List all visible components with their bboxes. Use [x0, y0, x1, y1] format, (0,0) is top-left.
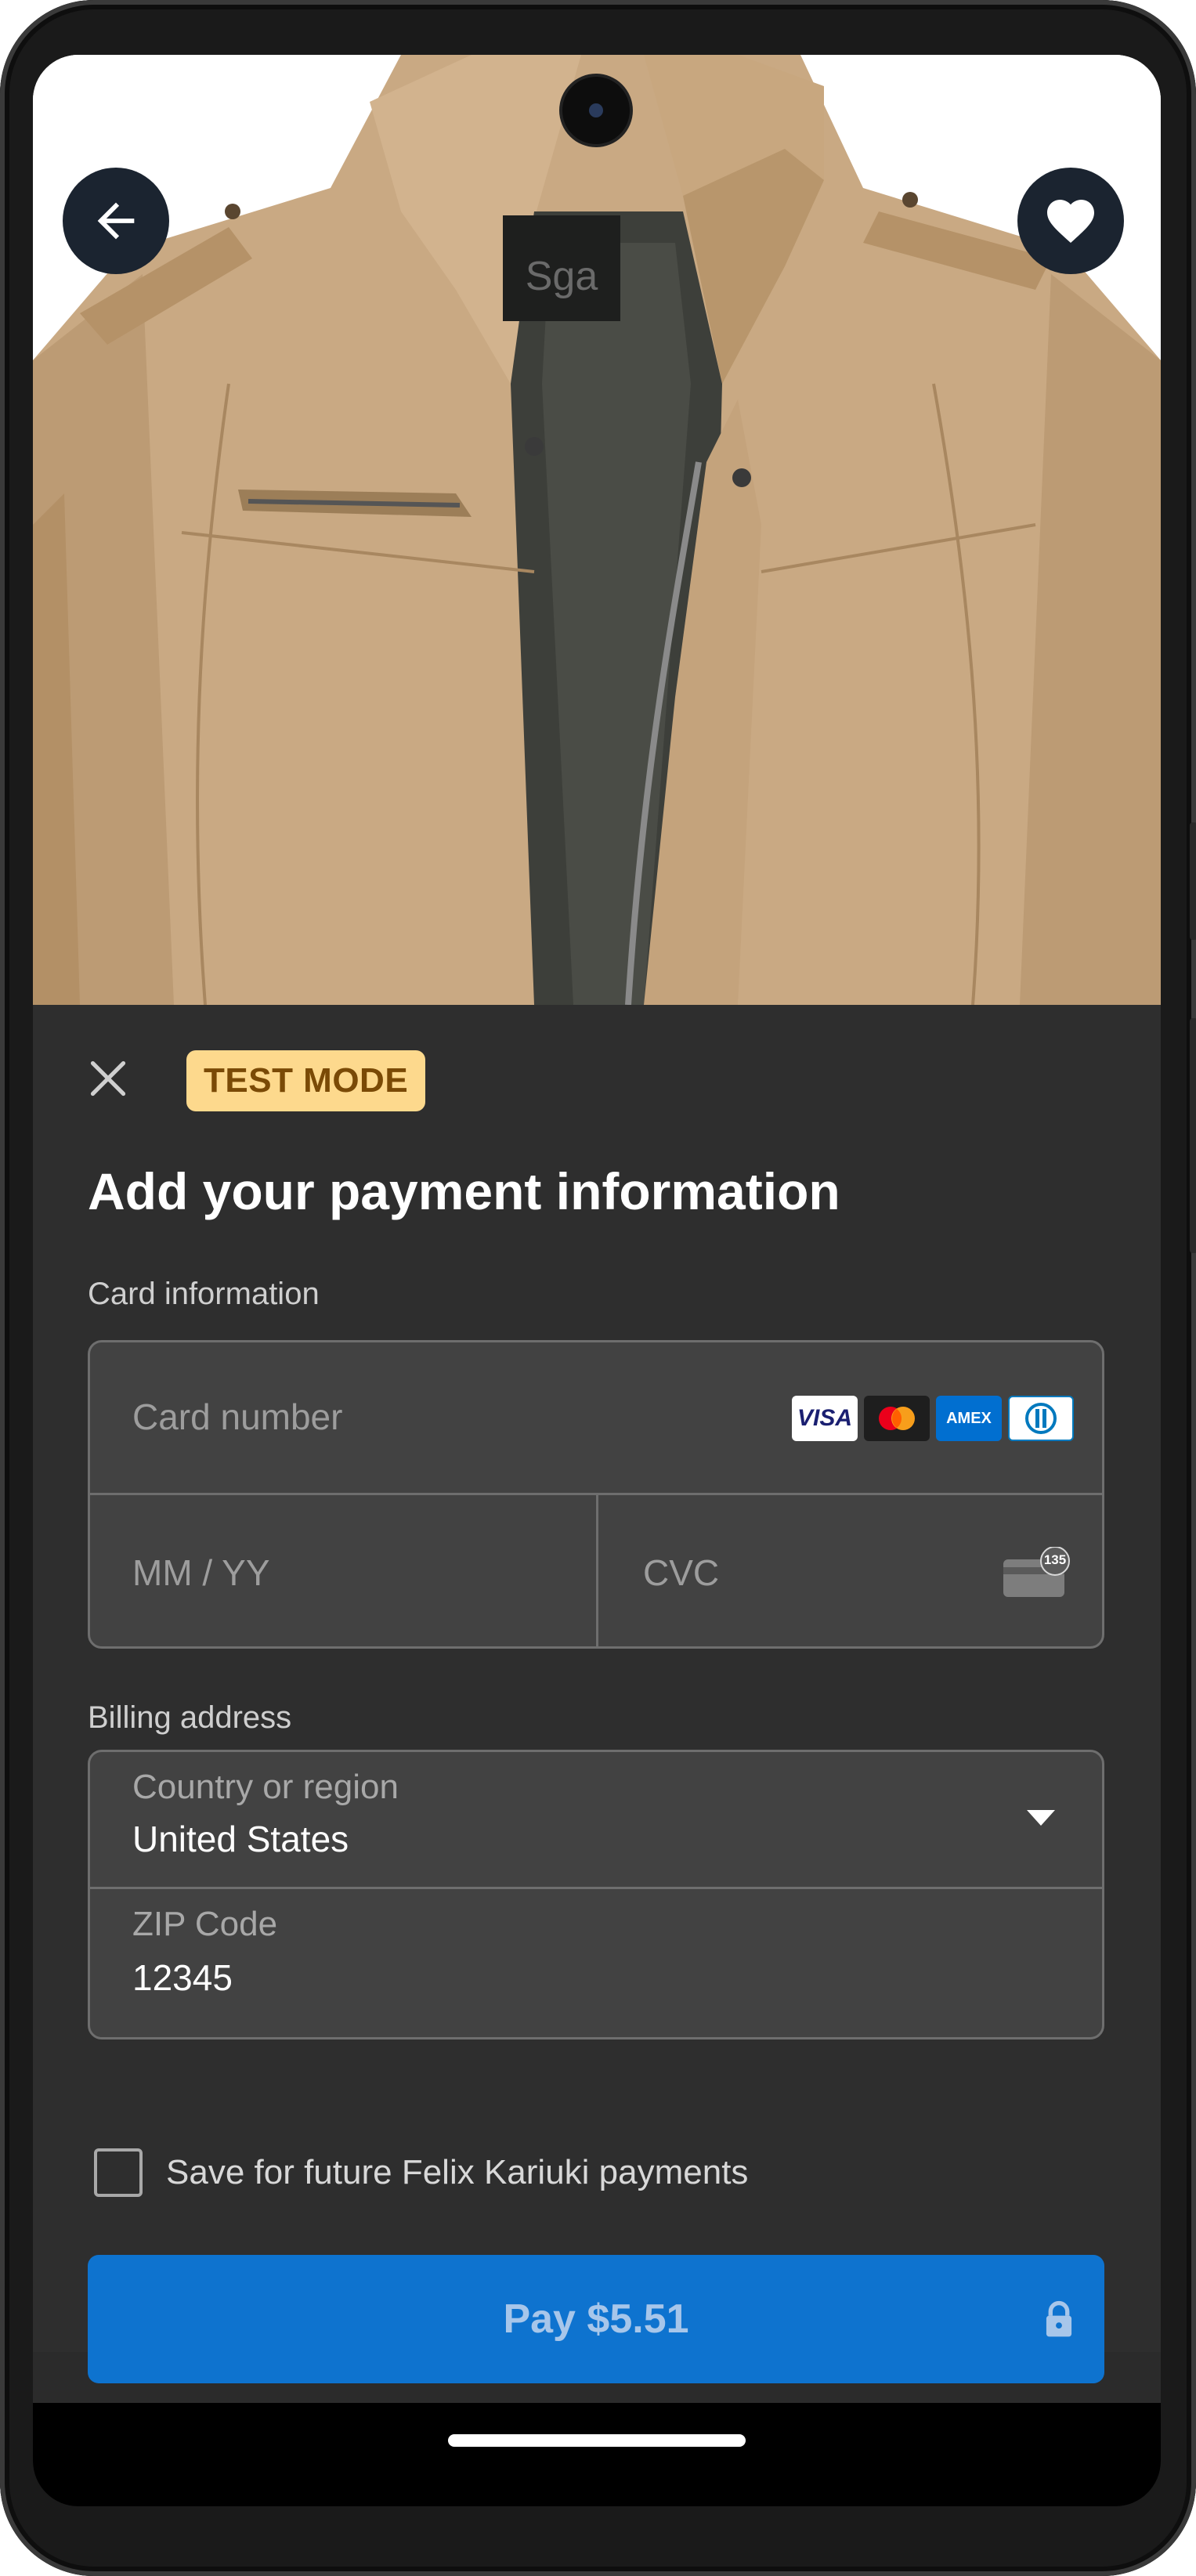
mastercard-icon	[864, 1396, 930, 1441]
chevron-down-icon	[1025, 1808, 1057, 1831]
country-select[interactable]: Country or region United States	[90, 1752, 1102, 1889]
billing-address-group: Country or region United States ZIP Code…	[88, 1750, 1104, 2039]
screen: Sga TEST MODE Add your payment informati…	[33, 55, 1161, 2506]
system-nav-bar	[33, 2403, 1161, 2506]
pay-label: Pay $5.51	[503, 2296, 689, 2342]
front-camera	[562, 77, 630, 144]
card-brand-logos: VISA AMEX	[792, 1396, 1074, 1441]
expiry-field[interactable]: MM / YY	[132, 1552, 270, 1594]
save-payment-row[interactable]: Save for future Felix Kariuki payments	[94, 2148, 748, 2197]
phone-frame: Sga TEST MODE Add your payment informati…	[0, 0, 1196, 2576]
country-value: United States	[132, 1819, 349, 1859]
favorite-button[interactable]	[1017, 168, 1124, 274]
amex-icon: AMEX	[936, 1396, 1002, 1441]
cvc-card-icon: 135	[1000, 1546, 1071, 1600]
arrow-left-icon	[97, 202, 135, 240]
jacket-tag-text: Sga	[526, 254, 598, 299]
heart-icon	[1047, 200, 1094, 244]
power-button	[1190, 822, 1196, 940]
back-button[interactable]	[63, 168, 169, 274]
card-information-group: Card number VISA AMEX MM / YY CVC 135	[88, 1340, 1104, 1649]
diners-club-icon	[1008, 1396, 1074, 1441]
jacket-illustration: Sga	[33, 55, 1161, 1005]
zip-label: ZIP Code	[132, 1905, 278, 1943]
card-expiry-cvc-row: MM / YY CVC 135	[90, 1495, 1102, 1646]
test-mode-badge: TEST MODE	[186, 1050, 426, 1111]
lock-icon	[1046, 2300, 1072, 2337]
country-label: Country or region	[132, 1768, 399, 1806]
card-number-placeholder: Card number	[132, 1396, 343, 1437]
zip-value: 12345	[132, 1957, 233, 1998]
close-button[interactable]	[86, 1057, 130, 1100]
sheet-title: Add your payment information	[88, 1162, 840, 1220]
visa-icon: VISA	[792, 1396, 858, 1441]
product-image: Sga	[33, 55, 1161, 1005]
cvc-field[interactable]: CVC	[643, 1552, 719, 1594]
close-icon	[90, 1060, 126, 1097]
card-number-field[interactable]: Card number VISA AMEX	[90, 1342, 1102, 1495]
cvc-hint-number: 135	[1043, 1552, 1067, 1567]
pay-button[interactable]: Pay $5.51	[88, 2255, 1104, 2383]
home-indicator[interactable]	[448, 2434, 746, 2447]
volume-button	[1190, 1018, 1196, 1253]
billing-section-label: Billing address	[88, 1700, 292, 1735]
payment-sheet: TEST MODE Add your payment information C…	[33, 1005, 1161, 2383]
save-checkbox[interactable]	[94, 2148, 143, 2197]
zip-code-field[interactable]: ZIP Code 12345	[90, 1889, 1102, 2038]
card-section-label: Card information	[88, 1277, 320, 1311]
save-label: Save for future Felix Kariuki payments	[166, 2153, 749, 2191]
field-divider	[596, 1495, 598, 1646]
